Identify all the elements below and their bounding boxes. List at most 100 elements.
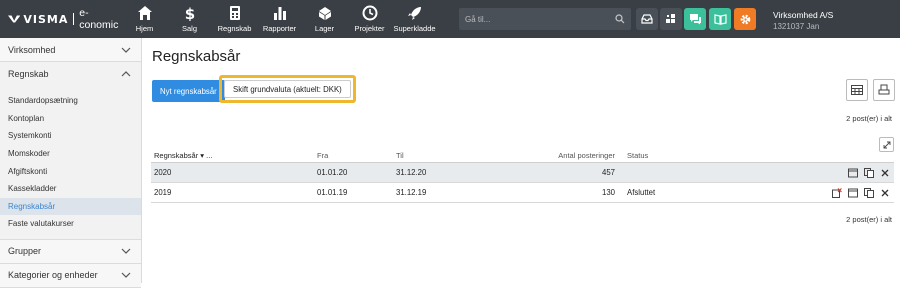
fiscal-years-table: Regnskabsår ▾ ... Fra Til Antal posterin… — [151, 137, 894, 203]
copy-icon[interactable] — [864, 187, 874, 198]
top-bar: VISMA e-conomic Hjem $ Salg Regnskab Rap… — [0, 0, 900, 38]
sidebar-section-virksomhed[interactable]: Virksomhed — [0, 38, 141, 62]
logo[interactable]: VISMA e-conomic — [0, 7, 122, 31]
cell-year: 2019 — [154, 188, 172, 197]
reopen-window-icon[interactable] — [832, 187, 842, 198]
header-postings[interactable]: Antal posteringer — [558, 151, 615, 160]
sidebar-item-standardopsaetning[interactable]: Standardopsætning — [0, 92, 141, 110]
sidebar-item-kassekladder[interactable]: Kassekladder — [0, 180, 141, 198]
chevron-down-icon — [121, 272, 131, 279]
nav-label: Superkladde — [393, 24, 436, 33]
expand-icon — [883, 141, 890, 148]
rocket-icon — [407, 7, 421, 20]
logo-divider — [73, 13, 75, 25]
cell-from: 01.01.19 — [317, 188, 348, 197]
switch-currency-button[interactable]: Skift grundvaluta (aktuelt: DKK) — [224, 80, 351, 98]
inbox-icon — [641, 14, 653, 24]
sidebar-item-momskoder[interactable]: Momskoder — [0, 145, 141, 163]
nav-projekter[interactable]: Projekter — [347, 0, 392, 38]
main-content: Regnskabsår Nyt regnskabsår Skift grundv… — [142, 38, 900, 283]
bar-chart-icon — [273, 7, 286, 20]
close-icon[interactable] — [880, 188, 890, 198]
row-actions — [832, 187, 890, 198]
copy-icon[interactable] — [864, 167, 874, 178]
record-count-top: 2 post(er) i alt — [846, 114, 892, 123]
new-fiscal-year-button[interactable]: Nyt regnskabsår — [152, 80, 225, 102]
columns-button[interactable] — [846, 79, 868, 101]
svg-text:$: $ — [184, 5, 194, 21]
gear-icon — [740, 14, 750, 24]
nav-regnskab[interactable]: Regnskab — [212, 0, 257, 38]
nav-label: Regnskab — [217, 24, 252, 33]
chevron-up-icon — [121, 71, 131, 77]
table-icon — [851, 85, 863, 95]
nav-lager[interactable]: Lager — [302, 0, 347, 38]
cell-postings: 130 — [601, 188, 615, 197]
section-label: Grupper — [8, 246, 42, 257]
cell-to: 31.12.20 — [396, 168, 427, 177]
sort-indicator[interactable]: ▾ ... — [200, 151, 212, 160]
section-label: Kategorier og enheder — [8, 270, 98, 281]
edit-window-icon[interactable] — [848, 168, 858, 178]
nav-label: Lager — [314, 24, 335, 33]
search-input[interactable] — [465, 14, 615, 24]
chevron-down-icon — [121, 248, 131, 255]
chat-icon — [689, 14, 701, 25]
brand-name: VISMA — [23, 12, 69, 26]
cell-year: 2020 — [154, 168, 172, 177]
sidebar: Virksomhed Regnskab Standardopsætning Ko… — [0, 38, 142, 288]
nav-label: Projekter — [354, 24, 385, 33]
calculator-icon — [229, 6, 240, 20]
nav-label: Salg — [181, 24, 197, 33]
sidebar-item-regnskabsar[interactable]: Regnskabsår — [0, 197, 141, 216]
chevron-down-icon — [121, 47, 131, 53]
record-count-bottom: 2 post(er) i alt — [846, 215, 892, 224]
row-actions — [848, 167, 890, 178]
search-icon[interactable] — [615, 14, 625, 24]
dollar-icon: $ — [184, 5, 194, 21]
cell-from: 01.01.20 — [317, 168, 348, 177]
print-button[interactable] — [873, 79, 895, 101]
nav-superkladde[interactable]: Superkladde — [392, 0, 437, 38]
inbox-button[interactable] — [636, 8, 658, 30]
sidebar-sublist: Standardopsætning Kontoplan Systemkonti … — [0, 86, 141, 240]
book-icon — [713, 13, 727, 25]
sidebar-section-regnskab[interactable]: Regnskab — [0, 62, 141, 86]
table-header: Regnskabsår ▾ ... Fra Til Antal posterin… — [151, 149, 894, 163]
settings-button[interactable] — [734, 8, 756, 30]
clock-icon — [362, 5, 377, 21]
edit-window-icon[interactable] — [848, 188, 858, 198]
sidebar-section-kategorier[interactable]: Kategorier og enheder — [0, 263, 141, 288]
header-status[interactable]: Status — [627, 151, 648, 160]
company-info[interactable]: Virksomhed A/S 1321037 Jan — [773, 9, 833, 33]
nav-label: Hjem — [135, 24, 154, 33]
chat-button[interactable] — [684, 8, 706, 30]
sidebar-item-faste-valutakurser[interactable]: Faste valutakurser — [0, 215, 141, 233]
sidebar-item-kontoplan[interactable]: Kontoplan — [0, 110, 141, 128]
search-box[interactable] — [459, 8, 631, 30]
section-label: Regnskab — [8, 69, 49, 79]
page-title: Regnskabsår — [152, 48, 241, 65]
header-year[interactable]: Regnskabsår ▾ ... — [154, 151, 212, 160]
print-icon — [878, 84, 890, 95]
company-name: Virksomhed A/S — [773, 10, 834, 20]
sidebar-section-grupper[interactable]: Grupper — [0, 239, 141, 264]
header-from[interactable]: Fra — [317, 151, 328, 160]
help-book-button[interactable] — [709, 8, 731, 30]
visma-logo-icon — [8, 15, 21, 23]
apps-button[interactable] — [660, 8, 682, 30]
nav-rapporter[interactable]: Rapporter — [257, 0, 302, 38]
cell-status: Afsluttet — [627, 188, 656, 197]
sidebar-item-systemkonti[interactable]: Systemkonti — [0, 127, 141, 145]
close-icon[interactable] — [880, 168, 890, 178]
cell-to: 31.12.19 — [396, 188, 427, 197]
table-row[interactable]: 2019 01.01.19 31.12.19 130 Afsluttet — [151, 183, 894, 203]
table-row[interactable]: 2020 01.01.20 31.12.20 457 — [151, 163, 894, 183]
sidebar-item-afgiftskonti[interactable]: Afgiftskonti — [0, 162, 141, 180]
box-icon — [318, 7, 331, 20]
user-info: 1321037 Jan — [773, 22, 820, 31]
nav-hjem[interactable]: Hjem — [122, 0, 167, 38]
nav-salg[interactable]: $ Salg — [167, 0, 212, 38]
header-to[interactable]: Til — [396, 151, 404, 160]
cell-postings: 457 — [601, 168, 615, 177]
